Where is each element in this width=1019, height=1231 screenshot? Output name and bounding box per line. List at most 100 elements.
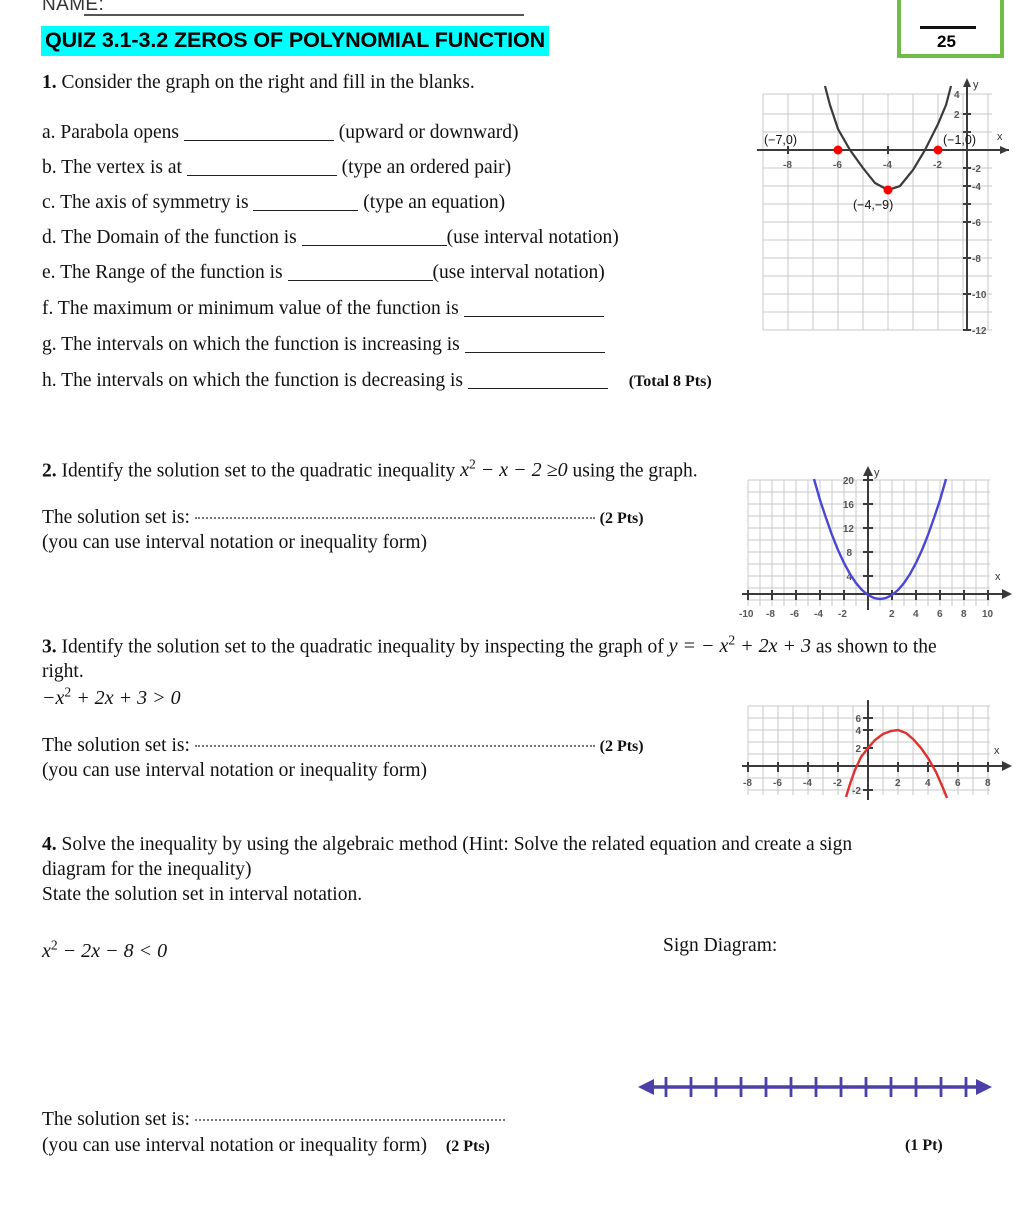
graph-2-xtick-10: 10 bbox=[982, 609, 994, 620]
graph-1-root-point-right bbox=[933, 145, 943, 155]
q1-item-e: e. The Range of the function is (use int… bbox=[42, 260, 742, 285]
graph-2-parabola: -10 -8 -6 -4 -2 2 4 6 8 10 4 8 12 16 20 … bbox=[732, 458, 1019, 623]
graph-2-xtick--6: -6 bbox=[790, 609, 799, 620]
q1-item-d: d. The Domain of the function is (use in… bbox=[42, 225, 742, 250]
graph-2-xtick--10: -10 bbox=[739, 609, 754, 620]
graph-2-xtick--4: -4 bbox=[814, 609, 823, 620]
name-label: NAME: bbox=[42, 0, 105, 15]
name-blank-line[interactable] bbox=[84, 14, 524, 16]
q1-item-d-label: d. bbox=[42, 227, 57, 248]
graph-1-ytick-4: 4 bbox=[954, 90, 960, 101]
q1-item-a-text: Parabola opens bbox=[60, 122, 179, 143]
graph-1-vertex-point bbox=[883, 185, 893, 195]
graph-1-xtick--8: -8 bbox=[783, 160, 792, 171]
graph-1-ytick--8: -8 bbox=[972, 254, 981, 265]
q2-number: 2. bbox=[42, 460, 57, 482]
graph-2-ytick-8: 8 bbox=[846, 548, 852, 559]
q1-item-d-hint: (use interval notation) bbox=[446, 227, 619, 248]
q1-item-a-blank[interactable] bbox=[183, 140, 334, 141]
q1-item-e-text: The Range of the function is bbox=[60, 262, 283, 283]
sign-diagram-number-line[interactable] bbox=[630, 1066, 1000, 1108]
graph-1-xlabel: x bbox=[997, 131, 1003, 143]
q1-item-h-blank[interactable] bbox=[467, 388, 608, 389]
q1-item-f-blank[interactable] bbox=[463, 316, 604, 317]
q3-inequality: −x2 + 2x + 3 > 0 bbox=[42, 685, 181, 710]
graph-2-xtick-2: 2 bbox=[889, 609, 895, 620]
q1-item-a-hint: (upward or downward) bbox=[338, 122, 519, 143]
graph-3-xtick-4: 4 bbox=[925, 778, 931, 789]
q3-points: (2 Pts) bbox=[599, 738, 644, 755]
q2-stem-after: using the graph. bbox=[572, 460, 698, 482]
q2-answer-field[interactable] bbox=[194, 507, 595, 519]
q4-answer-field[interactable] bbox=[194, 1109, 505, 1121]
graph-3-parabola: -8 -6 -4 -2 2 4 6 8 6 4 2 -2 x bbox=[732, 700, 1019, 810]
graph-3-ytick--2: -2 bbox=[852, 786, 861, 797]
q3-number: 3. bbox=[42, 636, 57, 658]
q4-points: (2 Pts) bbox=[445, 1138, 490, 1155]
q1-item-f-label: f. bbox=[42, 298, 54, 319]
q2-answer-label: The solution set is: bbox=[42, 507, 190, 528]
q1-item-e-label: e. bbox=[42, 262, 56, 283]
q1-item-g-blank[interactable] bbox=[464, 352, 605, 353]
number-line-right-arrow bbox=[976, 1079, 992, 1095]
graph-1-xtick--4: -4 bbox=[883, 160, 892, 171]
q1-item-f: f. The maximum or minimum value of the f… bbox=[42, 296, 742, 321]
q4-number: 4. bbox=[42, 834, 57, 855]
q4-stem-line1: Solve the inequality by using the algebr… bbox=[61, 834, 853, 855]
graph-1-label-vertex: (−4,−9) bbox=[853, 198, 893, 212]
q1-item-b: b. The vertex is at (type an ordered pai… bbox=[42, 155, 742, 180]
graph-1-ytick-2: 2 bbox=[954, 110, 960, 121]
q1-item-b-hint: (type an ordered pair) bbox=[341, 157, 512, 178]
graph-2-xlabel: x bbox=[995, 571, 1001, 583]
q1-item-c-label: c. bbox=[42, 192, 56, 213]
q2-points: (2 Pts) bbox=[599, 510, 644, 527]
q3-note: (you can use interval notation or inequa… bbox=[42, 760, 428, 781]
q1-stem-text: Consider the graph on the right and fill… bbox=[61, 72, 475, 93]
q1-item-h-text: The intervals on which the function is d… bbox=[61, 370, 463, 391]
graph-2-xtick--2: -2 bbox=[838, 609, 847, 620]
q1-item-b-blank[interactable] bbox=[186, 175, 337, 176]
question-3-stem: 3. Identify the solution set to the quad… bbox=[42, 628, 972, 684]
number-line-left-arrow bbox=[638, 1079, 654, 1095]
graph-1-xtick--2: -2 bbox=[933, 160, 942, 171]
graph-3-ytick-4: 4 bbox=[855, 726, 861, 737]
q1-item-h: h. The intervals on which the function i… bbox=[42, 368, 802, 394]
graph-2-ytick-12: 12 bbox=[843, 524, 855, 535]
graph-3-ytick-6: 6 bbox=[855, 714, 861, 725]
q2-stem-before: Identify the solution set to the quadrat… bbox=[61, 460, 456, 482]
q1-item-b-text: The vertex is at bbox=[61, 157, 182, 178]
graph-3-xtick-2: 2 bbox=[895, 778, 901, 789]
graph-1-label-root-left: (−7,0) bbox=[764, 133, 797, 147]
score-blank-line[interactable] bbox=[920, 26, 976, 29]
q2-note: (you can use interval notation or inequa… bbox=[42, 532, 428, 553]
q4-answer-row: The solution set is: bbox=[42, 1107, 722, 1132]
graph-3-ytick-2: 2 bbox=[855, 744, 861, 755]
question-1-stem: 1. Consider the graph on the right and f… bbox=[42, 70, 742, 95]
q1-item-e-blank[interactable] bbox=[287, 280, 433, 281]
q4-note: (you can use interval notation or inequa… bbox=[42, 1135, 428, 1156]
graph-2-ytick-16: 16 bbox=[843, 500, 855, 511]
q4-stem-line3: State the solution set in interval notat… bbox=[42, 884, 363, 905]
q1-points: (Total 8 Pts) bbox=[628, 373, 712, 390]
graph-2-xtick--8: -8 bbox=[766, 609, 775, 620]
q1-item-a-label: a. bbox=[42, 122, 56, 143]
q1-item-d-text: The Domain of the function is bbox=[61, 227, 297, 248]
graph-3-xtick--4: -4 bbox=[803, 778, 812, 789]
graph-1-ytick--6: -6 bbox=[972, 218, 981, 229]
q1-item-d-blank[interactable] bbox=[301, 245, 447, 246]
q1-item-c-text: The axis of symmetry is bbox=[60, 192, 249, 213]
graph-2-ytick-20: 20 bbox=[843, 476, 855, 487]
q4-inequality: x2 − 2x − 8 < 0 bbox=[42, 938, 168, 963]
graph-1-ytick--2: -2 bbox=[972, 164, 981, 175]
q3-equation: y = − x2 + 2x + 3 bbox=[668, 633, 812, 658]
graph-3-xtick--2: -2 bbox=[833, 778, 842, 789]
graph-2-xtick-8: 8 bbox=[961, 609, 967, 620]
q1-item-c-blank[interactable] bbox=[253, 210, 359, 211]
graph-1-xtick--6: -6 bbox=[833, 160, 842, 171]
q4-stem-line2: diagram for the inequality) bbox=[42, 859, 252, 880]
q1-item-c-hint: (type an equation) bbox=[363, 192, 506, 213]
graph-1-label-root-right: (−1,0) bbox=[943, 133, 976, 147]
q3-answer-field[interactable] bbox=[194, 735, 595, 747]
number-line-points: (1 Pt) bbox=[905, 1137, 943, 1154]
graph-3-xtick-8: 8 bbox=[985, 778, 991, 789]
